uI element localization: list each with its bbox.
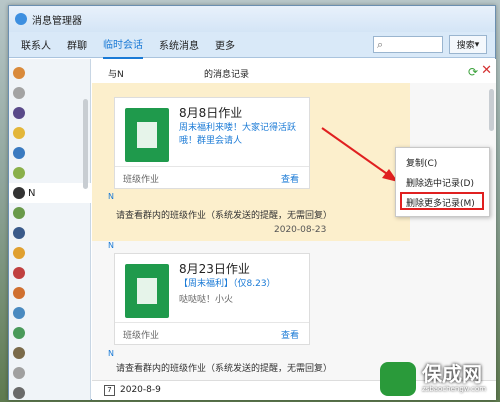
watermark-text: 保成网	[422, 362, 482, 386]
watermark-url: zsbaochengw.com	[422, 385, 487, 393]
watermark-logo-icon	[380, 362, 416, 396]
menu-item-copy[interactable]: 复制(C)	[406, 156, 437, 169]
context-menu: 复制(C) 删除选中记录(D) 删除更多记录(M)	[395, 147, 490, 217]
menu-item-delete-selected[interactable]: 删除选中记录(D)	[406, 176, 474, 189]
highlight-box	[400, 192, 484, 210]
